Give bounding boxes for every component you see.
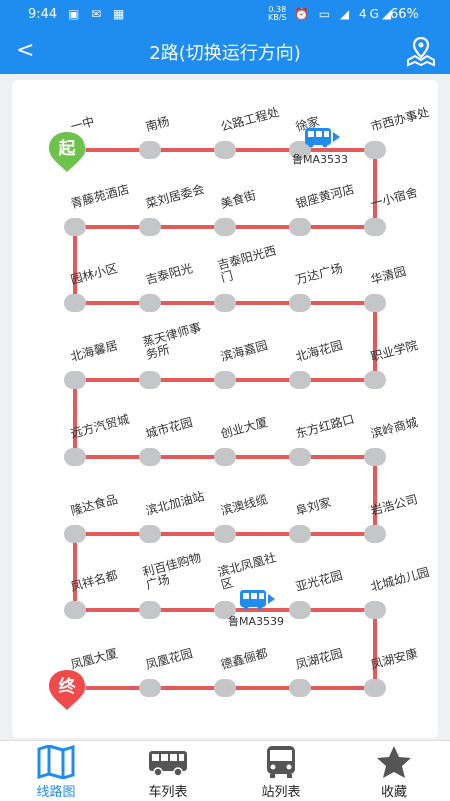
start-marker: 起	[47, 130, 87, 174]
tab-label: 车列表	[148, 785, 188, 800]
stop-dot[interactable]	[214, 679, 236, 697]
stop-dot[interactable]	[64, 448, 86, 466]
stop-dot[interactable]	[289, 601, 311, 619]
bottom-tab-bar: 线路图 车列表 站列表 收藏	[0, 740, 450, 801]
stop-dot[interactable]	[364, 294, 386, 312]
stop-dot[interactable]	[139, 525, 161, 543]
stop-dot[interactable]	[139, 294, 161, 312]
end-marker: 终	[47, 668, 87, 712]
stop-dot[interactable]	[139, 601, 161, 619]
stop-dot[interactable]	[64, 218, 86, 236]
bus-plate: 鲁MA3533	[292, 153, 349, 166]
stop-dot[interactable]	[139, 371, 161, 389]
stop-dot[interactable]	[364, 371, 386, 389]
stop-dot[interactable]	[364, 525, 386, 543]
tab-label: 收藏	[380, 785, 407, 800]
system-icons: ⏰ ▭ ◢ 4G◢	[294, 7, 395, 21]
bus-icon[interactable]	[303, 126, 343, 148]
map-pin-icon[interactable]	[404, 34, 438, 68]
bus-icon	[149, 751, 187, 777]
page-title[interactable]: 2路(切换运行方向)	[0, 39, 450, 65]
tab-route-map[interactable]: 线路图	[0, 741, 112, 801]
stop-dot[interactable]	[214, 141, 236, 159]
bus-plate: 鲁MA3539	[228, 615, 285, 628]
tab-stop-list[interactable]: 站列表	[225, 741, 337, 801]
stop-dot[interactable]	[64, 294, 86, 312]
stop-dot[interactable]	[214, 218, 236, 236]
stop-dot[interactable]	[64, 371, 86, 389]
title-bar: < 2路(切换运行方向)	[0, 30, 450, 74]
stop-dot[interactable]	[289, 218, 311, 236]
stop-dot[interactable]	[139, 448, 161, 466]
stop-dot[interactable]	[364, 218, 386, 236]
stop-dot[interactable]	[139, 218, 161, 236]
stop-dot[interactable]	[64, 525, 86, 543]
stop-dot[interactable]	[139, 141, 161, 159]
stop-dot[interactable]	[364, 141, 386, 159]
stop-dot[interactable]	[214, 448, 236, 466]
stop-dot[interactable]	[289, 679, 311, 697]
map-book-icon	[37, 745, 75, 779]
bus-front-icon	[267, 746, 295, 778]
stop-dot[interactable]	[364, 448, 386, 466]
stop-dot[interactable]	[214, 525, 236, 543]
stop-dot[interactable]	[289, 525, 311, 543]
stop-dot[interactable]	[289, 371, 311, 389]
tab-label: 站列表	[261, 785, 301, 800]
stop-dot[interactable]	[139, 679, 161, 697]
bus-icon[interactable]	[238, 588, 278, 610]
notification-icons: ▣ ✉ ▦	[68, 7, 129, 21]
stop-dot[interactable]	[289, 294, 311, 312]
status-bar: 9:44 ▣ ✉ ▦ 0.38 KB/S ⏰ ▭ ◢ 4G◢ 66%	[0, 0, 450, 30]
tab-bus-list[interactable]: 车列表	[112, 741, 224, 801]
stop-dot[interactable]	[364, 679, 386, 697]
tab-favorites[interactable]: 收藏	[338, 741, 450, 801]
stop-dot[interactable]	[214, 371, 236, 389]
battery-level: 66%	[390, 7, 419, 22]
stop-dot[interactable]	[289, 448, 311, 466]
stop-dot[interactable]	[214, 294, 236, 312]
tab-label: 线路图	[36, 785, 76, 800]
network-speed: 0.38 KB/S	[268, 5, 287, 22]
status-time: 9:44	[28, 7, 58, 22]
stop-dot[interactable]	[64, 601, 86, 619]
star-icon	[377, 746, 411, 778]
stop-dot[interactable]	[364, 601, 386, 619]
